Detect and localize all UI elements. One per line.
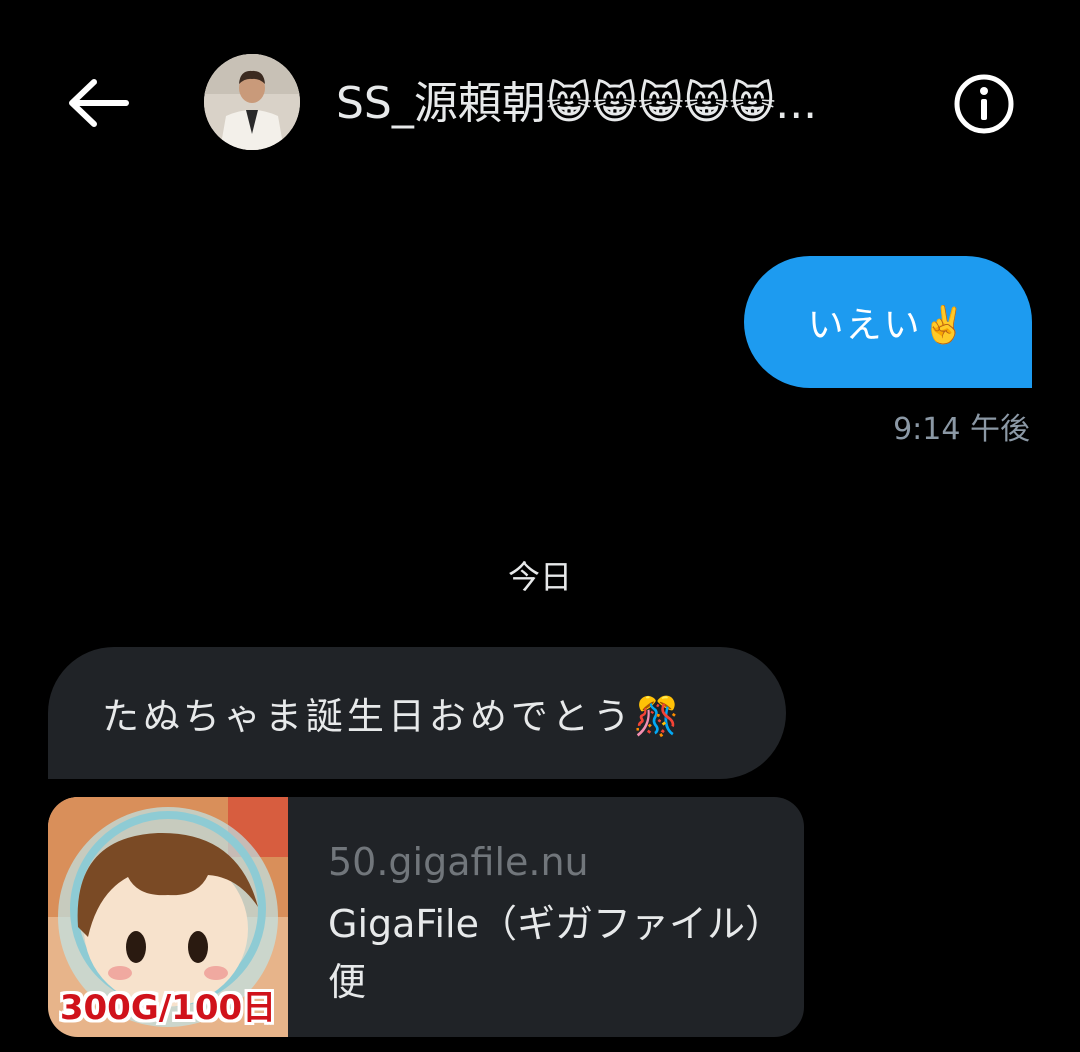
arrow-left-icon bbox=[69, 79, 129, 127]
thumbnail-badge-text: 300G/100日 bbox=[59, 988, 277, 1028]
link-preview-thumbnail: 300G/100日 bbox=[48, 797, 288, 1037]
outgoing-message-timestamp: 9:14 午後 bbox=[893, 412, 1030, 447]
back-button[interactable] bbox=[64, 76, 130, 130]
link-preview-title: GigaFile（ギガファイル）便 bbox=[328, 902, 764, 1004]
date-separator: 今日 bbox=[507, 558, 572, 596]
info-button[interactable] bbox=[952, 72, 1016, 136]
avatar[interactable] bbox=[204, 54, 300, 150]
link-preview-card[interactable]: 300G/100日 50.gigafile.nu GigaFile（ギガファイル… bbox=[48, 797, 804, 1037]
conversation-title[interactable]: SS_源頼朝😸😸😸😸😸... bbox=[336, 74, 936, 134]
avatar-image bbox=[204, 54, 300, 150]
info-icon bbox=[954, 74, 1014, 134]
outgoing-message-bubble[interactable]: いえい✌️ bbox=[744, 256, 1032, 388]
link-preview-domain: 50.gigafile.nu bbox=[328, 840, 589, 884]
conversation-header: SS_源頼朝😸😸😸😸😸... bbox=[0, 0, 1080, 200]
incoming-message-bubble[interactable]: たぬちゃま誕生日おめでとう🎊 bbox=[48, 647, 786, 779]
